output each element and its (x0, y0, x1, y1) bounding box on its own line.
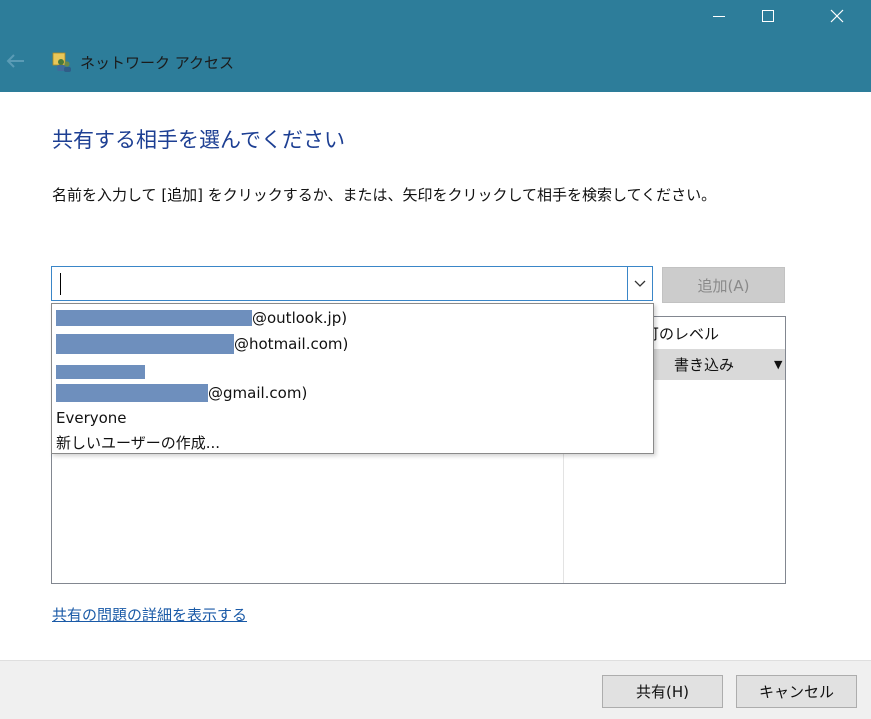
page-heading: 共有する相手を選んでください (52, 128, 345, 152)
combo-dropdown-button[interactable] (627, 267, 652, 300)
window-title: ネットワーク アクセス (80, 54, 235, 72)
back-arrow-icon (6, 54, 24, 68)
footer-bar: 共有(H) キャンセル (0, 660, 871, 719)
close-icon (830, 9, 844, 23)
sharing-problems-link[interactable]: 共有の問題の詳細を表示する (52, 604, 247, 625)
redacted-name (56, 384, 208, 402)
minimize-button[interactable] (696, 0, 742, 32)
back-button[interactable] (4, 50, 28, 72)
triangle-down-icon[interactable]: ▼ (774, 358, 782, 371)
redacted-name (56, 365, 145, 379)
add-button[interactable]: 追加(A) (662, 267, 785, 303)
dropdown-item-create-user[interactable]: 新しいユーザーの作成... (56, 430, 220, 453)
chevron-down-icon (634, 280, 646, 287)
minimize-icon (713, 15, 725, 17)
permission-level-text: 書き込み (674, 356, 735, 374)
redacted-name (56, 334, 234, 354)
text-caret (60, 273, 61, 295)
network-access-icon (52, 52, 71, 72)
close-button[interactable] (814, 0, 860, 32)
dropdown-item-outlook[interactable]: @outlook.jp) (56, 306, 347, 330)
user-combo-box[interactable] (51, 266, 653, 301)
dropdown-item-gmail[interactable]: @gmail.com) (56, 381, 307, 405)
maximize-button[interactable] (745, 0, 791, 32)
dropdown-item-everyone[interactable]: Everyone (56, 406, 127, 430)
dropdown-item-hotmail[interactable]: @hotmail.com) (56, 332, 348, 356)
share-button[interactable]: 共有(H) (602, 675, 723, 708)
instruction-text: 名前を入力して [追加] をクリックするか、または、矢印をクリックして相手を検索… (52, 186, 717, 204)
maximize-icon (762, 10, 774, 22)
user-dropdown-list: @outlook.jp) @hotmail.com) @gmail.com) E… (51, 303, 654, 454)
cancel-button[interactable]: キャンセル (736, 675, 857, 708)
title-bar: ネットワーク アクセス (0, 0, 871, 92)
redacted-name (56, 310, 252, 326)
